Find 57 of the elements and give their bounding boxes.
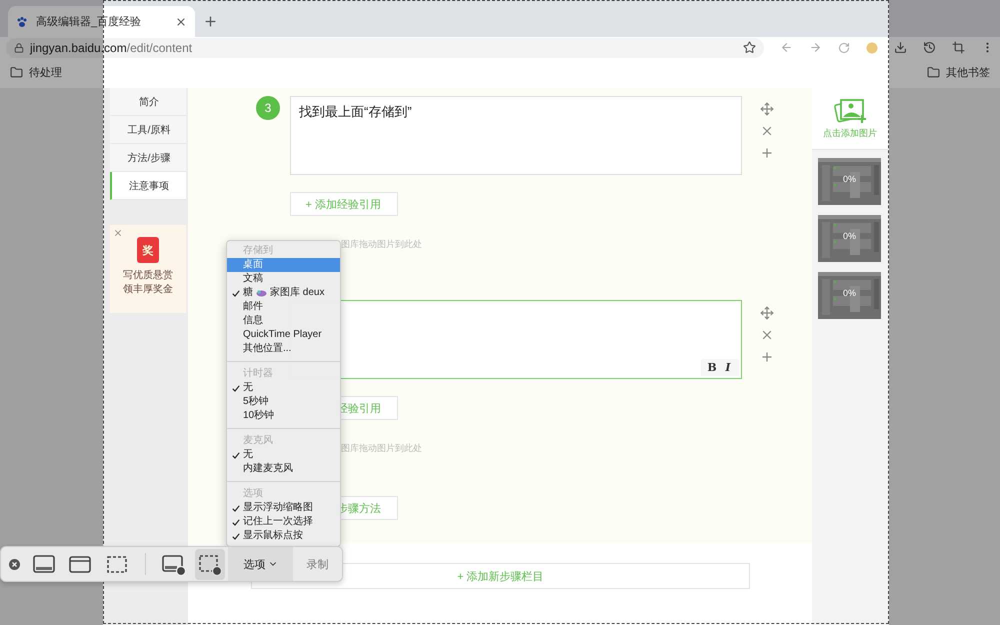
menu-header: 存储到	[242, 244, 274, 258]
menu-item[interactable]: 无	[227, 381, 340, 395]
download-icon[interactable]	[894, 41, 907, 54]
step-text: 找到最上面“存储到”	[299, 104, 412, 119]
lock-icon	[14, 42, 24, 52]
italic-button[interactable]: I	[721, 361, 735, 374]
close-icon[interactable]	[113, 228, 123, 238]
menu-item[interactable]: 内建麦克风	[227, 462, 340, 476]
bookmark-label: 其他书签	[946, 66, 990, 80]
menu-item[interactable]: 显示鼠标点按	[227, 529, 340, 543]
image-add-icon	[833, 98, 867, 124]
bookmark-label: 待处理	[29, 66, 62, 80]
step-editor[interactable]: 找到最上面“存储到”	[290, 96, 742, 175]
close-icon[interactable]	[9, 558, 20, 570]
menu-item[interactable]: 文稿	[227, 272, 340, 286]
thumbnail-caption: 0%	[843, 288, 856, 298]
check-icon	[232, 452, 240, 459]
options-button[interactable]: 选项	[228, 547, 293, 581]
bold-button[interactable]: B	[705, 361, 719, 374]
move-icon[interactable]	[760, 102, 774, 116]
nav-item[interactable]: 简介	[110, 88, 186, 116]
menu-header: 麦克风	[242, 434, 274, 448]
menu-header: 选项	[242, 487, 264, 501]
thumbnail-caption: 0%	[843, 231, 856, 241]
nav-item[interactable]: 注意事项	[110, 172, 186, 200]
folder-icon	[927, 66, 940, 78]
screen-icon	[32, 552, 56, 576]
paw-icon	[16, 16, 28, 28]
check-icon	[232, 385, 240, 392]
drop-hint: 图库拖动图片到此处	[340, 442, 423, 454]
capture-mode-button[interactable]	[194, 548, 226, 580]
menu-header: 计时器	[242, 367, 274, 381]
menu-item[interactable]: 糖 家图库 deux	[227, 286, 340, 300]
plus-icon[interactable]	[760, 146, 774, 160]
move-icon[interactable]	[760, 306, 774, 320]
envelope-badge: 奖	[137, 237, 159, 263]
drop-hint: 图库拖动图片到此处	[340, 238, 423, 250]
close-icon[interactable]	[175, 16, 187, 28]
promo-card[interactable]: 奖 写优质悬赏 领丰厚奖金	[110, 225, 186, 313]
record-selection-icon	[198, 552, 222, 576]
record-button[interactable]: 录制	[292, 547, 342, 581]
app-icon	[256, 288, 267, 298]
promo-text: 写优质悬赏 领丰厚奖金	[123, 269, 173, 297]
step-number: 3	[256, 96, 280, 120]
close-icon[interactable]	[760, 328, 774, 342]
star-icon[interactable]	[743, 41, 756, 54]
folder-icon	[10, 66, 23, 78]
check-icon	[232, 290, 240, 297]
nav-item[interactable]: 方法/步骤	[110, 144, 186, 172]
history-icon[interactable]	[923, 41, 936, 54]
menu-item[interactable]: 无	[227, 448, 340, 462]
close-icon[interactable]	[760, 124, 774, 138]
nav-item[interactable]: 工具/原料	[110, 116, 186, 144]
crop-icon[interactable]	[952, 41, 965, 54]
thumbnail-caption: 0%	[843, 174, 856, 184]
record-screen-icon	[162, 552, 186, 576]
plus-icon[interactable]	[760, 350, 774, 364]
